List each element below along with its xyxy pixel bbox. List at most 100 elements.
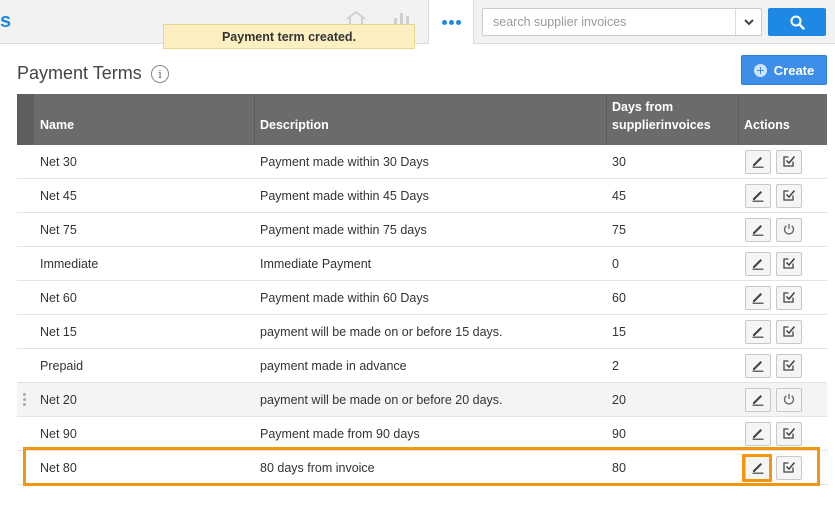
table-row[interactable]: Net 15 payment will be made on or before … [17,315,827,349]
search-box [482,8,762,36]
cell-name: Net 30 [40,155,77,169]
archive-button[interactable] [776,184,802,208]
edit-button[interactable] [745,218,771,242]
pencil-icon [751,290,765,307]
cell-description: payment will be made on or before 20 day… [260,393,503,407]
archive-icon [782,426,796,443]
edit-button[interactable] [745,252,771,276]
edit-button[interactable] [745,354,771,378]
edit-button[interactable] [745,320,771,344]
row-actions [745,354,802,378]
cell-description: payment made in advance [260,359,407,373]
table-row[interactable]: Immediate Immediate Payment 0 [17,247,827,281]
table-row[interactable]: Net 30 Payment made within 30 Days 30 [17,145,827,179]
pencil-icon [751,154,765,171]
cell-description: Payment made within 45 Days [260,189,429,203]
brand-logo[interactable]: s [0,10,11,33]
cell-description: 80 days from invoice [260,461,375,475]
edit-button[interactable] [745,388,771,412]
table-row[interactable]: Net 80 80 days from invoice 80 [17,451,827,485]
plus-circle-icon [753,63,767,77]
table-row[interactable]: Net 75 Payment made within 75 days 75 [17,213,827,247]
chevron-down-icon [743,18,754,25]
row-actions [745,150,802,174]
info-icon[interactable]: i [151,65,169,83]
cell-days: 45 [612,189,626,203]
archive-button[interactable] [776,150,802,174]
search-input[interactable] [483,9,735,35]
table-row[interactable]: Prepaid payment made in advance 2 [17,349,827,383]
column-header-actions: Actions [744,118,790,132]
top-bar: s [0,0,835,44]
edit-button[interactable] [745,456,771,480]
cell-days: 2 [612,359,619,373]
deactivate-button[interactable] [776,388,802,412]
pencil-icon [751,188,765,205]
column-header-description[interactable]: Description [260,116,329,134]
cell-name: Net 15 [40,325,77,339]
pencil-icon [751,392,765,409]
table-row[interactable]: Net 90 Payment made from 90 days 90 [17,417,827,451]
cell-days: 15 [612,325,626,339]
cell-description: Payment made from 90 days [260,427,420,441]
deactivate-button[interactable] [776,218,802,242]
archive-button[interactable] [776,354,802,378]
edit-button[interactable] [745,422,771,446]
row-actions [745,388,802,412]
search-icon [790,15,805,30]
edit-button[interactable] [745,150,771,174]
dot-icon [455,19,461,25]
cell-description: payment will be made on or before 15 day… [260,325,503,339]
column-header-days-line2: supplierinvoices [612,118,711,132]
cell-description: Payment made within 60 Days [260,291,429,305]
column-header-name[interactable]: Name [40,116,74,134]
search-button[interactable] [768,8,826,36]
row-actions [745,456,802,480]
row-actions [745,252,802,276]
header-gutter [17,94,34,145]
archive-button[interactable] [776,422,802,446]
drag-handle-icon[interactable] [23,393,26,407]
archive-icon [782,154,796,171]
dot-icon [441,19,447,25]
archive-button[interactable] [776,320,802,344]
cell-days: 75 [612,223,626,237]
row-actions [745,422,802,446]
page-title: Payment Terms [17,63,142,83]
dot-icon [448,19,454,25]
table-body: Net 30 Payment made within 30 Days 30 Net 4… [17,145,827,485]
pencil-icon [751,426,765,443]
archive-button[interactable] [776,456,802,480]
row-actions [745,286,802,310]
archive-icon [782,358,796,375]
cell-description: Immediate Payment [260,257,372,271]
pencil-icon [751,256,765,273]
table-row[interactable]: Net 20 payment will be made on or before … [17,383,827,417]
more-menu-button[interactable] [428,0,474,44]
archive-button[interactable] [776,286,802,310]
row-actions [745,320,802,344]
edit-button[interactable] [745,184,771,208]
cell-description: Payment made within 30 Days [260,155,429,169]
archive-icon [782,290,796,307]
cell-days: 60 [612,291,626,305]
archive-button[interactable] [776,252,802,276]
cell-name: Net 90 [40,427,77,441]
edit-button[interactable] [745,286,771,310]
search-dropdown-button[interactable] [735,9,761,35]
pencil-icon [751,324,765,341]
cell-days: 80 [612,461,626,475]
pencil-icon [751,460,765,477]
table-row[interactable]: Net 45 Payment made within 45 Days 45 [17,179,827,213]
cell-name: Net 45 [40,189,77,203]
row-actions [745,184,802,208]
archive-icon [782,460,796,477]
cell-name: Immediate [40,257,99,271]
create-button[interactable]: Create [741,55,827,85]
create-button-label: Create [773,62,815,78]
cell-name: Net 80 [40,461,77,475]
column-header-days[interactable]: Days from supplierinvoices [612,98,711,134]
power-icon [782,392,796,409]
table-row[interactable]: Net 60 Payment made within 60 Days 60 [17,281,827,315]
payment-terms-table: Name Description Days from supplierinvoi… [17,94,827,485]
